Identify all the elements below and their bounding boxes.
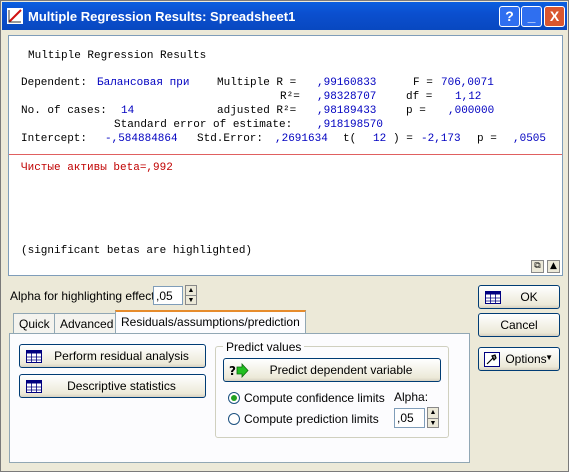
copy-icon[interactable]: ⧉ [531,260,544,273]
spin-up-icon[interactable]: ▲ [186,286,196,296]
f-value: 706,0071 [441,77,494,89]
tab-quick[interactable]: Quick [13,313,56,334]
t-value: -2,173 [421,133,461,145]
title-bar[interactable]: Multiple Regression Results: Spreadsheet… [2,2,567,30]
p-label: p = [406,105,426,117]
prediction-limits-label[interactable]: Compute prediction limits [244,412,379,426]
alpha-highlight-spinner[interactable]: ▲ ▼ [185,285,197,305]
predict-dependent-label: Predict dependent variable [269,363,413,377]
adjusted-r2-label: adjusted R²= [217,105,297,117]
cancel-button[interactable]: Cancel [478,313,560,337]
t-close: ) = [393,133,413,145]
statistica-icon [7,8,23,24]
p2-label: p = [477,133,497,145]
descriptive-statistics-label: Descriptive statistics [67,379,176,393]
f-label: F = [413,77,433,89]
spin-up-icon[interactable]: ▲ [428,408,438,419]
cases-label: No. of cases: [21,105,107,117]
help-button[interactable]: ? [499,6,520,27]
beta-line: Чистые активы beta=,992 [21,162,173,174]
predict-dependent-button[interactable]: ? Predict dependent variable [223,358,441,382]
minimize-button[interactable]: _ [521,6,542,27]
r2-label: R²= [280,91,300,103]
adjusted-r2-value: ,98189433 [317,105,377,117]
results-separator [9,154,562,155]
tab-advanced[interactable]: Advanced [54,313,120,334]
cases-value: 14 [121,105,135,117]
close-button[interactable]: X [544,6,565,27]
std-error-label: Std.Error: [197,133,264,145]
significance-note: (significant betas are highlighted) [21,245,253,257]
chevron-down-icon: ▼ [545,353,553,362]
residual-analysis-button[interactable]: Perform residual analysis [19,344,206,368]
r2-value: ,98328707 [317,91,377,103]
dependent-label: Dependent: [21,77,88,89]
predict-values-title: Predict values [223,340,305,354]
intercept-value: -,584884864 [105,133,178,145]
multiple-r-value: ,99160833 [317,77,377,89]
df-label: df = [406,91,433,103]
prediction-limits-radio[interactable] [228,413,240,425]
results-heading: Multiple Regression Results [28,50,207,62]
std-error-estimate-label: Standard error of estimate: [114,119,293,131]
window-title: Multiple Regression Results: Spreadsheet… [28,9,296,24]
dependent-value: Балансовая при [97,77,190,89]
scroll-up-icon[interactable]: ▲ [547,260,560,273]
std-error-value: ,2691634 [275,133,328,145]
alpha-highlight-label: Alpha for highlighting effects: [10,289,164,303]
options-button[interactable]: Options ▼ [478,347,560,371]
dialog-window: Multiple Regression Results: Spreadsheet… [0,0,569,472]
descriptive-statistics-button[interactable]: Descriptive statistics [19,374,206,398]
intercept-label: Intercept: [21,133,88,145]
tab-residuals[interactable]: Residuals/assumptions/prediction [115,310,306,335]
cancel-label: Cancel [500,318,538,332]
spin-down-icon[interactable]: ▼ [428,419,438,429]
confidence-limits-label[interactable]: Compute confidence limits [244,391,385,405]
alpha-highlight-input[interactable]: ,05 [153,286,183,305]
p-value: ,000000 [448,105,495,117]
ok-label: OK [520,290,538,304]
df-value: 1,12 [455,91,482,103]
predict-alpha-input[interactable]: ,05 [394,408,425,428]
ok-button[interactable]: OK [478,285,560,309]
std-error-estimate-value: ,918198570 [317,119,384,131]
predict-alpha-label: Alpha: [394,390,429,404]
multiple-r-label: Multiple R = [217,77,297,89]
p2-value: ,0505 [513,133,547,145]
residual-analysis-label: Perform residual analysis [54,349,189,363]
predict-alpha-spinner[interactable]: ▲ ▼ [427,407,439,428]
results-pane[interactable]: Multiple Regression Results Dependent: Б… [8,35,563,276]
t-df-value: 12 [373,133,387,145]
spin-down-icon[interactable]: ▼ [186,296,196,305]
t-label: t( [343,133,357,145]
confidence-limits-radio[interactable] [228,392,240,404]
